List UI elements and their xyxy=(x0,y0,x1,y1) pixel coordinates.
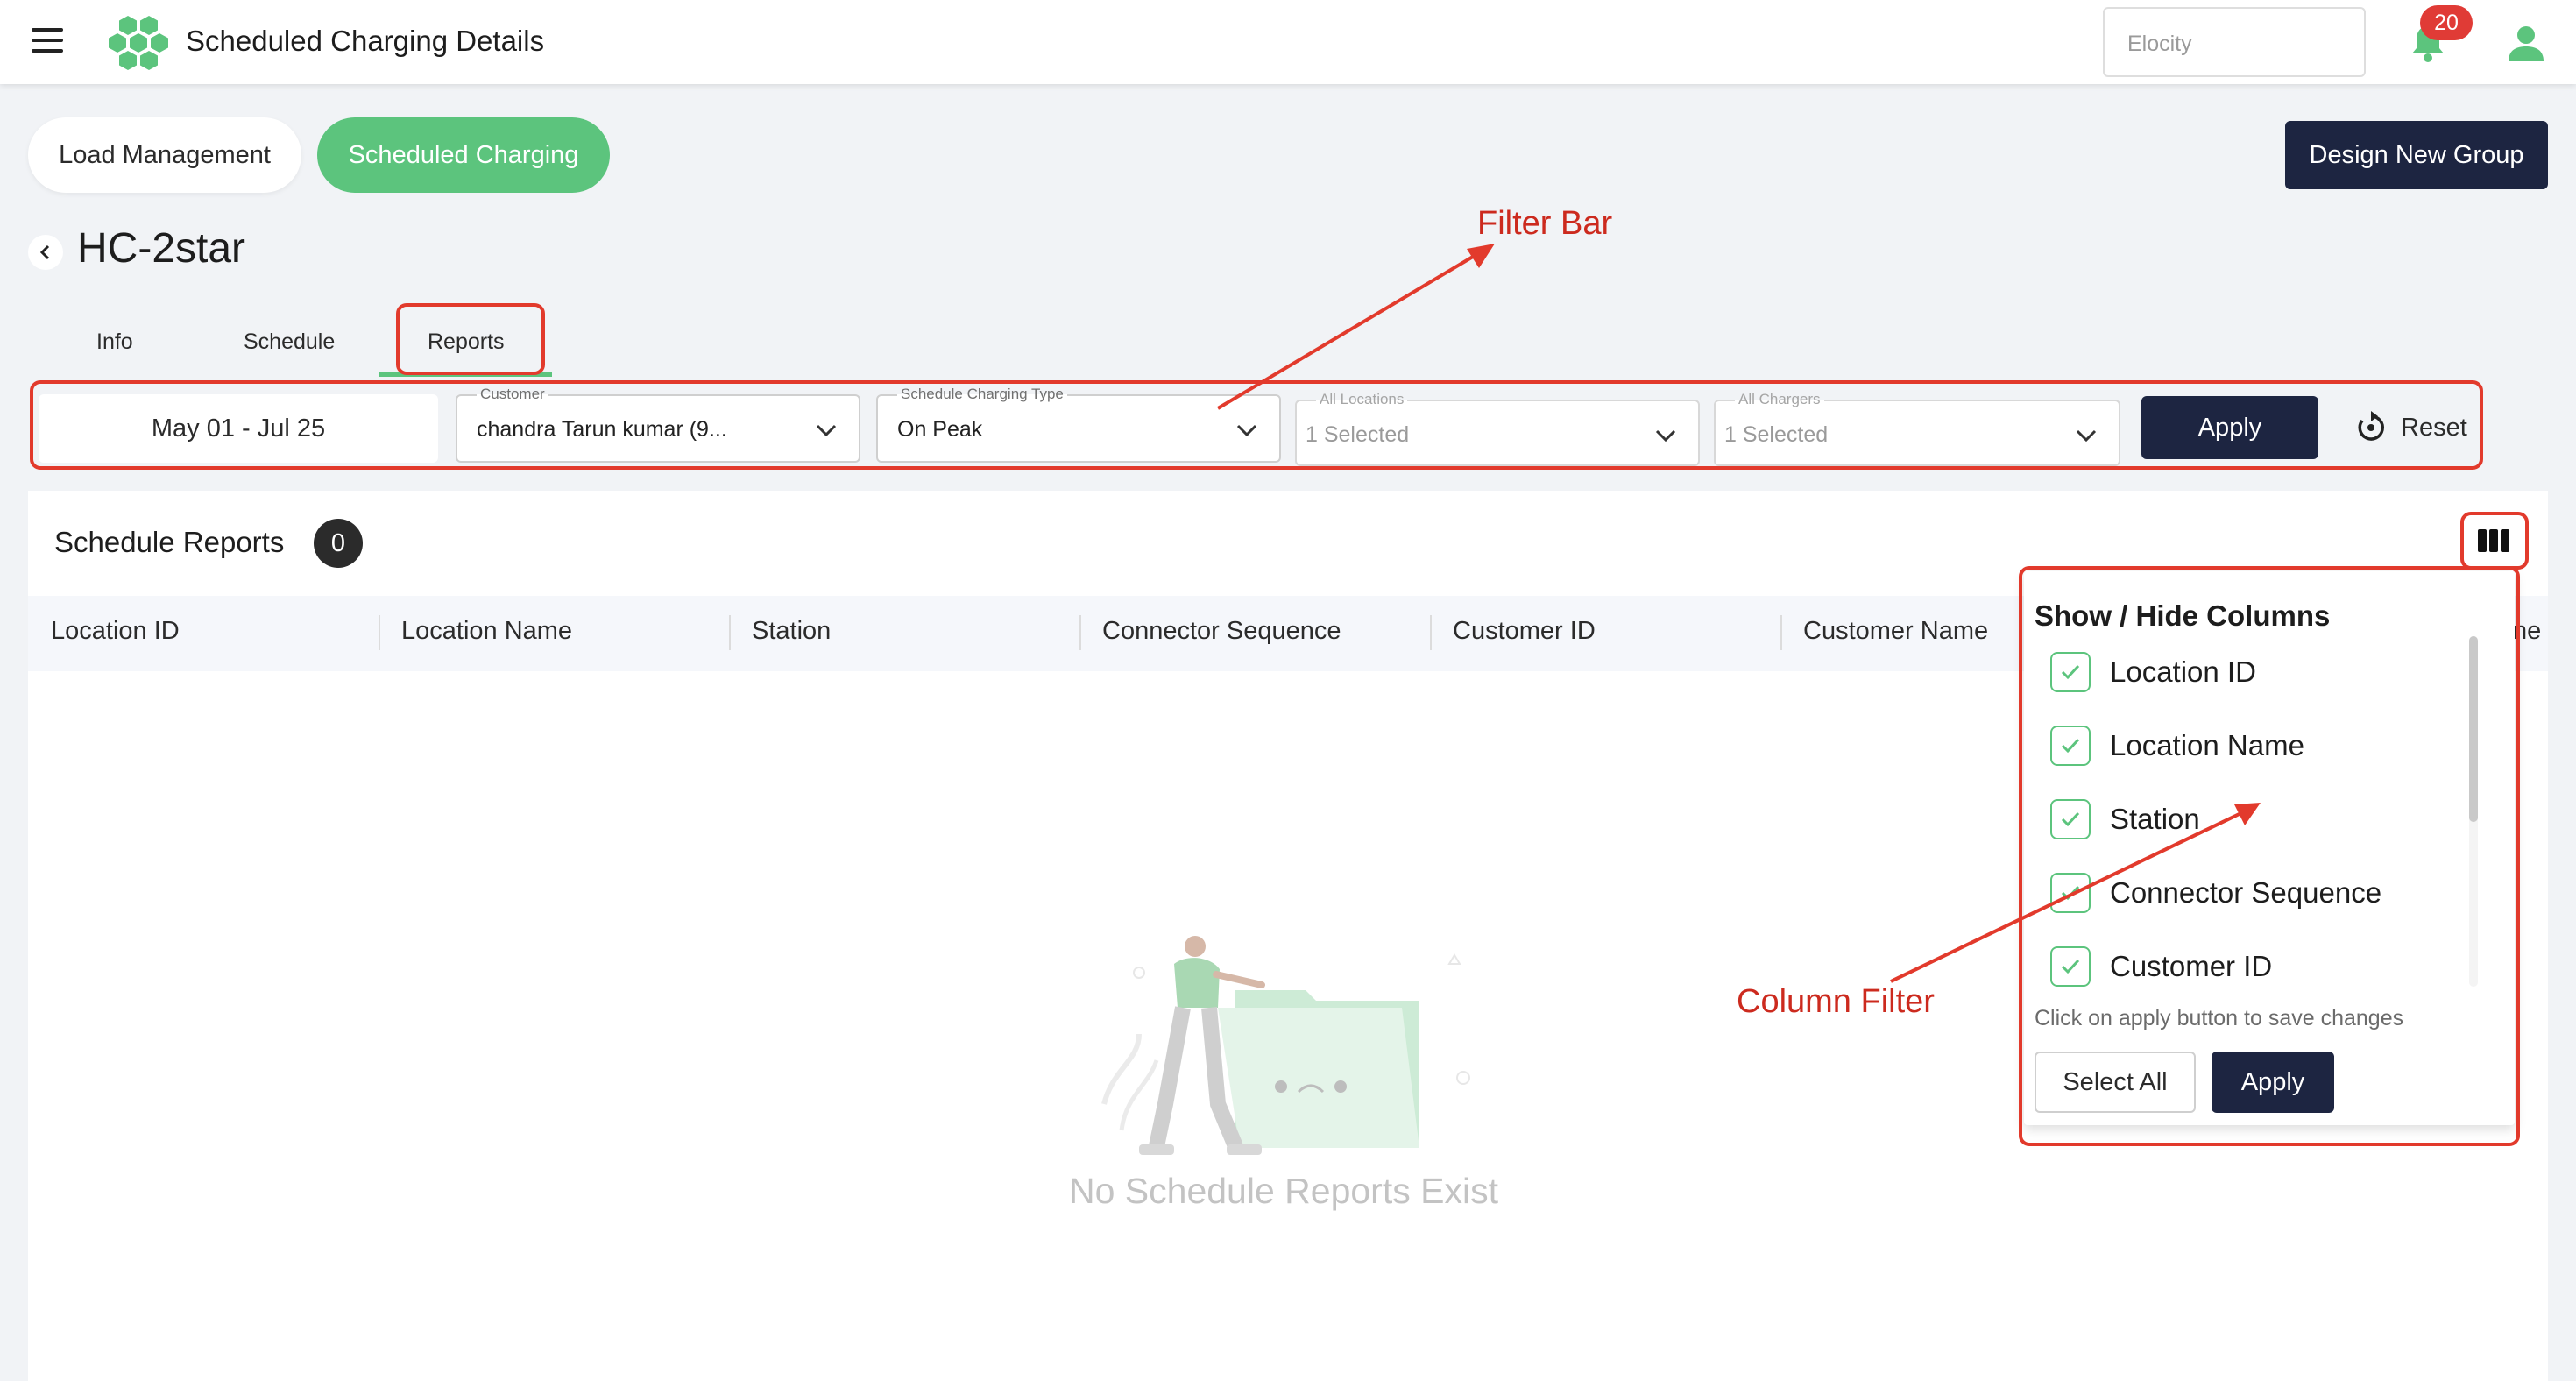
column-header-customer-name[interactable]: Customer Name xyxy=(1803,617,1988,646)
empty-folder-illustration xyxy=(1101,936,1470,1155)
column-header-station[interactable]: Station xyxy=(752,617,831,646)
annotation-box-reports-tab xyxy=(396,303,545,375)
tab-info[interactable]: Info xyxy=(96,329,133,355)
page-title: HC-2star xyxy=(77,225,246,272)
tab-scheduled-charging[interactable]: Scheduled Charging xyxy=(317,117,610,193)
report-title: Schedule Reports xyxy=(54,526,285,558)
organization-placeholder: Elocity xyxy=(2127,32,2192,56)
chevron-left-icon xyxy=(39,244,50,260)
empty-state-text: No Schedule Reports Exist xyxy=(1069,1171,1498,1211)
app-title: Scheduled Charging Details xyxy=(186,25,545,57)
design-new-group-button[interactable]: Design New Group xyxy=(2285,121,2548,189)
column-divider xyxy=(729,615,731,650)
column-divider xyxy=(1430,615,1432,650)
annotation-label-filter-bar: Filter Bar xyxy=(1477,205,1613,242)
annotation-label-column-filter: Column Filter xyxy=(1737,983,1935,1020)
annotation-box-column-toggle xyxy=(2460,512,2529,570)
logo-icon xyxy=(109,16,168,70)
annotation-box-filter-bar xyxy=(30,380,2483,470)
column-header-location-name[interactable]: Location Name xyxy=(401,617,572,646)
organization-selector[interactable]: Elocity xyxy=(2103,7,2366,77)
column-divider xyxy=(1079,615,1081,650)
column-divider xyxy=(379,615,380,650)
annotation-box-column-filter xyxy=(2019,566,2520,1146)
tab-load-management[interactable]: Load Management xyxy=(28,117,301,193)
column-header-customer-id[interactable]: Customer ID xyxy=(1453,617,1596,646)
report-count-badge: 0 xyxy=(314,519,363,568)
column-divider xyxy=(1780,615,1782,650)
back-button[interactable] xyxy=(28,235,63,270)
user-icon[interactable] xyxy=(2504,21,2548,65)
column-header-connector-sequence[interactable]: Connector Sequence xyxy=(1102,617,1341,646)
notification-badge: 20 xyxy=(2420,5,2473,40)
column-header-location-id[interactable]: Location ID xyxy=(51,617,180,646)
menu-icon[interactable] xyxy=(32,28,67,56)
tab-schedule[interactable]: Schedule xyxy=(244,329,335,355)
